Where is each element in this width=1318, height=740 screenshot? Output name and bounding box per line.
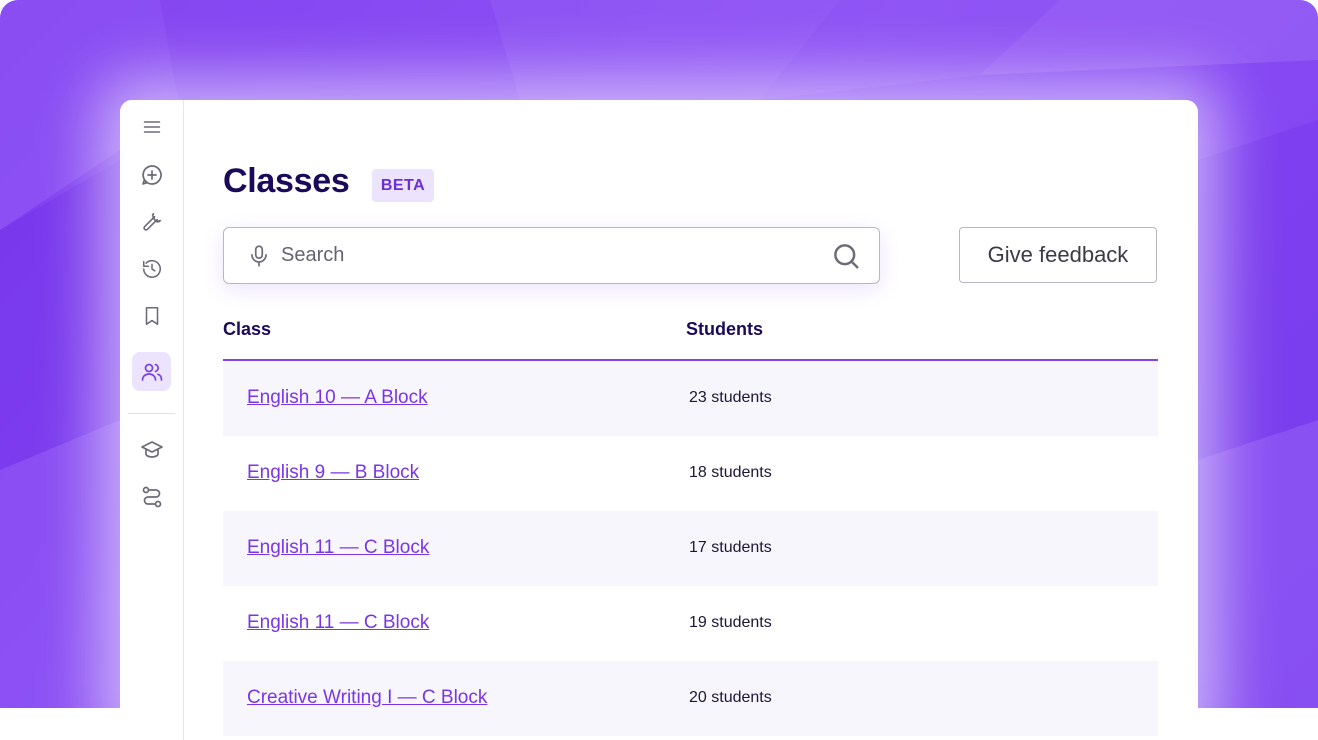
student-count: 20 students <box>689 689 772 706</box>
sidebar-bookmarks-button[interactable] <box>132 296 171 335</box>
app-window: Classes BETA Give feedback Class Student… <box>120 100 1198 740</box>
classes-table: Class Students English 10 — A Block 23 s… <box>223 310 1158 736</box>
table-header: Class Students <box>223 310 1158 361</box>
sidebar-routes-button[interactable] <box>132 477 171 516</box>
sidebar-divider <box>128 413 175 414</box>
search-box[interactable] <box>223 227 880 284</box>
new-chat-icon <box>141 164 162 185</box>
menu-icon <box>143 120 160 133</box>
wrench-icon <box>142 212 161 231</box>
magnifier-glyph <box>834 244 859 269</box>
page-title: Classes <box>223 162 350 200</box>
graduation-cap-icon <box>140 440 163 458</box>
class-link[interactable]: English 9 — B Block <box>247 462 419 484</box>
microphone-icon[interactable] <box>246 243 272 274</box>
search-input[interactable] <box>281 241 801 269</box>
route-icon <box>142 486 161 507</box>
beta-badge: BETA <box>372 169 434 202</box>
sidebar-history-button[interactable] <box>132 249 171 288</box>
table-row: English 10 — A Block 23 students <box>223 361 1158 436</box>
sidebar-classes-button[interactable] <box>132 352 171 391</box>
table-row: Creative Writing I — C Block 20 students <box>223 661 1158 736</box>
table-row: English 11 — C Block 19 students <box>223 586 1158 661</box>
column-header-class: Class <box>223 319 272 339</box>
sidebar-learning-button[interactable] <box>132 430 171 469</box>
main-content: Classes BETA Give feedback Class Student… <box>183 100 1198 740</box>
student-count: 17 students <box>689 539 772 556</box>
sidebar <box>120 100 184 740</box>
search-icon[interactable] <box>831 241 861 276</box>
history-icon <box>142 259 161 278</box>
sidebar-menu-button[interactable] <box>132 107 171 146</box>
column-header-students: Students <box>686 319 764 339</box>
table-row: English 11 — C Block 17 students <box>223 511 1158 586</box>
student-count: 19 students <box>689 614 772 631</box>
sidebar-tools-button[interactable] <box>132 202 171 241</box>
class-link[interactable]: English 11 — C Block <box>247 612 429 634</box>
student-count: 18 students <box>689 464 772 481</box>
sidebar-new-chat-button[interactable] <box>132 155 171 194</box>
users-icon <box>141 363 162 381</box>
give-feedback-button[interactable]: Give feedback <box>959 227 1157 283</box>
table-row: English 9 — B Block 18 students <box>223 436 1158 511</box>
class-link[interactable]: English 10 — A Block <box>247 387 428 409</box>
class-link[interactable]: English 11 — C Block <box>247 537 429 559</box>
student-count: 23 students <box>689 389 772 406</box>
bookmark-icon <box>145 306 158 325</box>
class-link[interactable]: Creative Writing I — C Block <box>247 687 487 709</box>
microphone-glyph <box>251 245 267 267</box>
